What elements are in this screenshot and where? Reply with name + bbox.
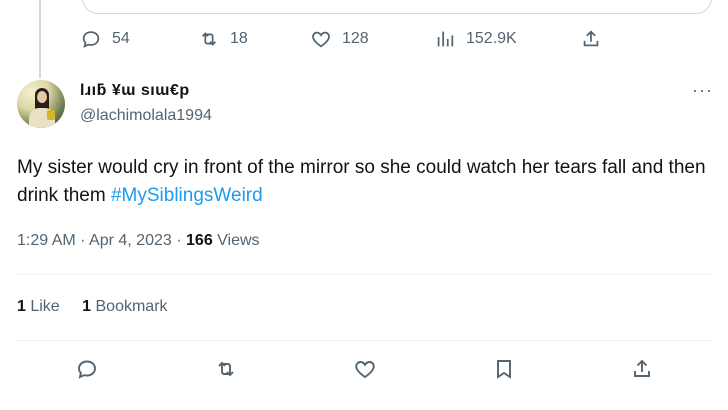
hashtag-link[interactable]: #MySiblingsWeird — [111, 185, 263, 206]
share-button[interactable] — [625, 352, 659, 386]
share-button[interactable] — [580, 28, 602, 50]
likes-stat-count: 1 — [17, 298, 26, 315]
likes-stat-label: Like — [25, 298, 60, 315]
thread-line — [39, 0, 41, 78]
retweet-icon — [201, 32, 217, 46]
heart-icon — [355, 361, 375, 379]
reply-icon — [82, 31, 100, 48]
bookmark-icon — [497, 360, 511, 379]
retweet-icon — [218, 361, 234, 377]
views-count: 152.9K — [466, 30, 517, 47]
tweet-actions — [0, 352, 728, 386]
engagement-stats: 1 Like 1 Bookmark — [17, 298, 186, 316]
tweet-time[interactable]: 1:29 AM — [17, 232, 76, 249]
quoted-tweet-card[interactable] — [82, 0, 712, 14]
divider — [17, 340, 711, 341]
more-options-icon[interactable]: ··· — [692, 80, 713, 101]
likes-stat[interactable]: 1 Like — [17, 298, 60, 315]
user-handle[interactable]: @lachimolala1994 — [80, 107, 212, 125]
views-chart-icon — [437, 31, 454, 47]
retweet-button[interactable] — [209, 352, 243, 386]
reply-icon — [78, 360, 96, 379]
like-count: 128 — [342, 30, 369, 47]
like-button[interactable]: 128 — [310, 28, 369, 50]
display-name[interactable]: lɹıƃ ¥ɯ sıɯ€p — [80, 82, 190, 100]
bookmarks-stat-label: Bookmark — [91, 298, 168, 315]
bookmarks-stat[interactable]: 1 Bookmark — [82, 298, 167, 315]
views-button[interactable]: 152.9K — [434, 28, 517, 50]
previous-tweet-actions: 54 18 128 152.9K — [80, 28, 610, 54]
reply-button[interactable]: 54 — [80, 28, 130, 50]
retweet-count: 18 — [230, 30, 248, 47]
retweet-button[interactable]: 18 — [198, 28, 248, 50]
views-label: Views — [212, 232, 260, 249]
like-button[interactable] — [348, 352, 382, 386]
share-icon — [583, 30, 599, 47]
tweet-metadata: 1:29 AM · Apr 4, 2023 · 166 Views — [17, 232, 260, 249]
reply-button[interactable] — [70, 352, 104, 386]
tweet-text: My sister would cry in front of the mirr… — [17, 154, 717, 210]
bookmarks-stat-count: 1 — [82, 298, 92, 315]
reply-count: 54 — [112, 30, 130, 47]
bookmark-button[interactable] — [487, 352, 521, 386]
divider — [17, 274, 711, 275]
heart-icon — [312, 31, 330, 48]
avatar[interactable] — [17, 80, 65, 128]
views-total: 166 — [186, 232, 213, 249]
share-icon — [634, 359, 650, 377]
tweet-date[interactable]: Apr 4, 2023 — [89, 232, 172, 249]
